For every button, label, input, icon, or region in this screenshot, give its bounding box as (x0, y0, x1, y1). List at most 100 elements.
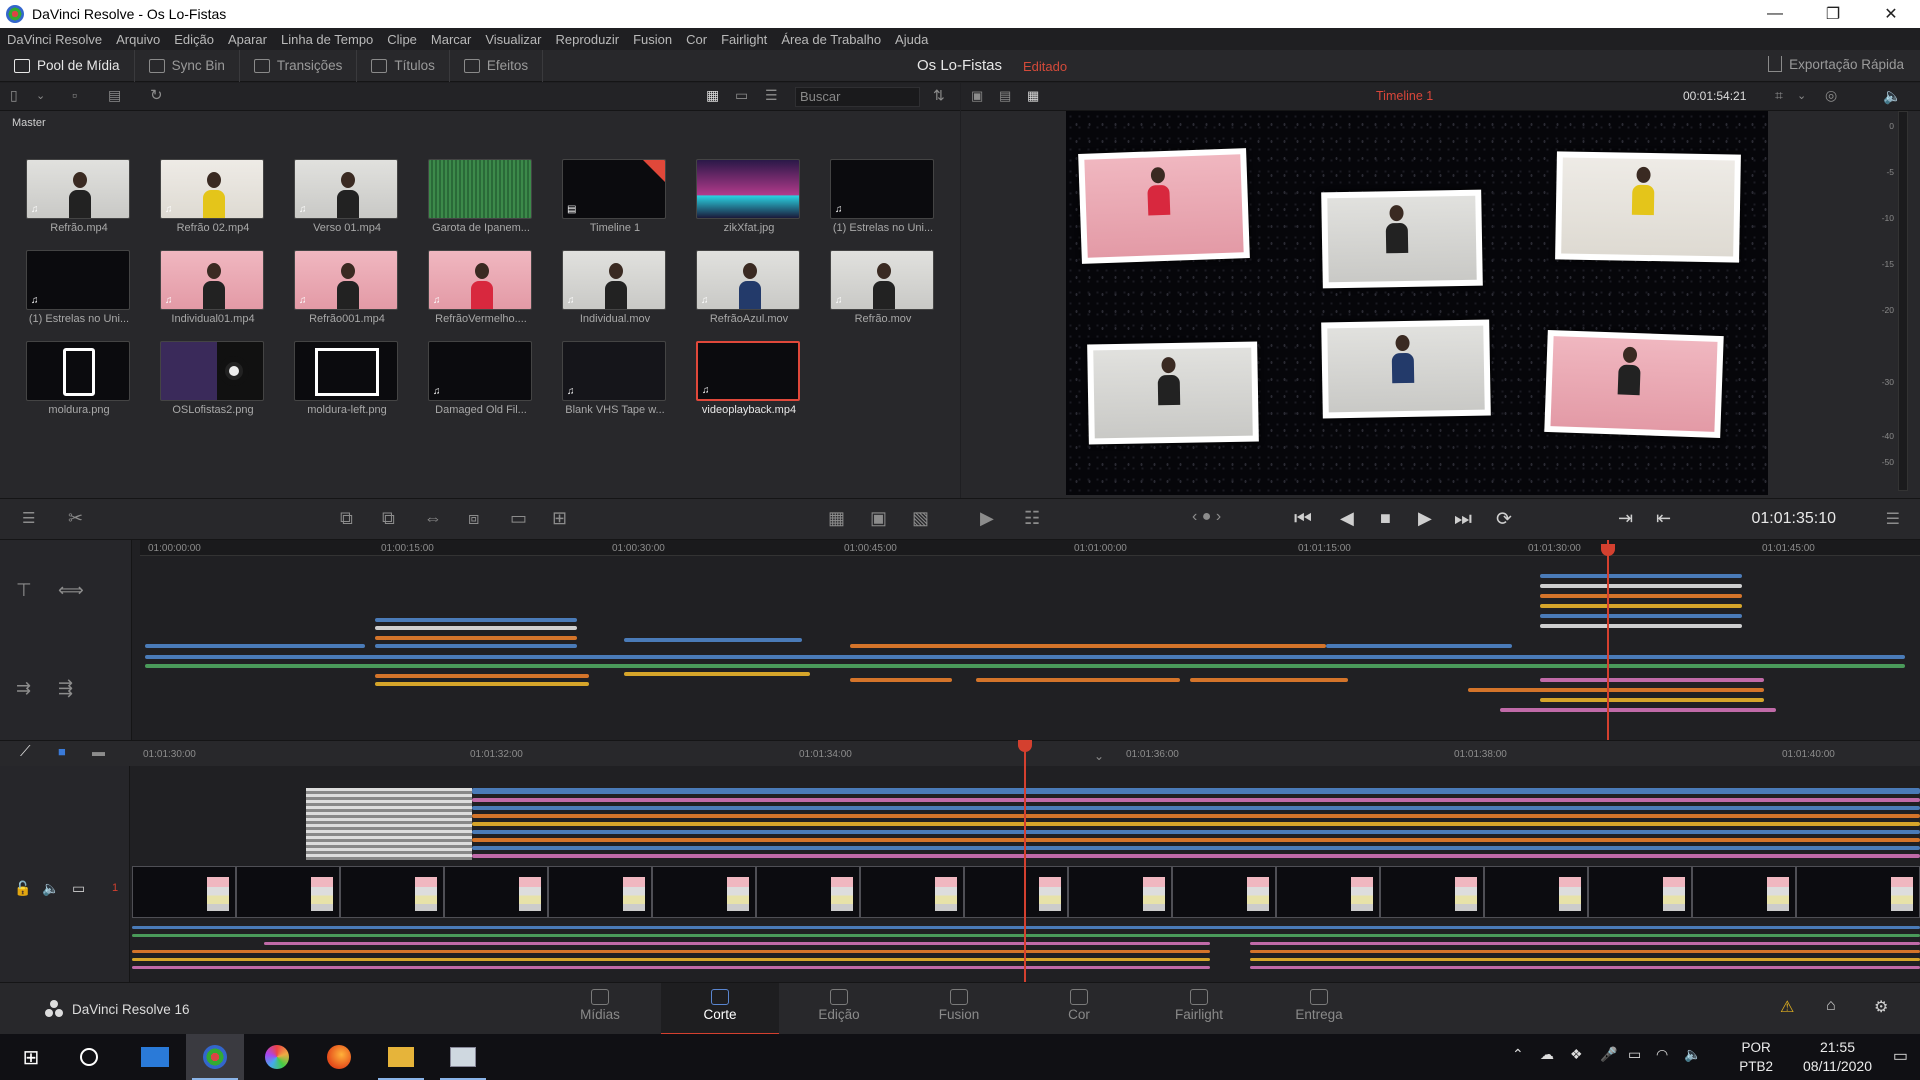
go-to-start-icon[interactable]: ⏮ (1294, 508, 1312, 531)
menu-area-de-trabalho[interactable]: Área de Trabalho (781, 32, 881, 47)
minimize-button[interactable]: — (1746, 0, 1804, 28)
marker-icon[interactable]: ■ (58, 744, 66, 759)
language-indicator[interactable]: POR PTB2 (1739, 1038, 1773, 1076)
panel-toggle-icon[interactable]: ▯ (10, 87, 18, 104)
notifications-icon[interactable]: ▭ (1893, 1046, 1908, 1066)
hamburger-menu-icon[interactable]: ☰ (1886, 509, 1900, 529)
chevron-down-icon[interactable]: ⌄ (1094, 749, 1104, 763)
zoom-icon[interactable]: ⟺ (58, 580, 84, 601)
new-bin-icon[interactable]: ▤ (108, 87, 121, 104)
timeline-clip[interactable] (472, 806, 1920, 810)
file-explorer-icon[interactable] (372, 1034, 430, 1080)
menu-arquivo[interactable]: Arquivo (116, 32, 160, 47)
video-clip-segment[interactable] (1796, 866, 1920, 918)
razor-icon[interactable]: ⟋ (20, 743, 31, 760)
microphone-icon[interactable]: 🎤 (1600, 1046, 1617, 1063)
import-media-icon[interactable]: ▫ (72, 87, 77, 103)
video-clip-segment[interactable] (1172, 866, 1276, 918)
chevron-up-icon[interactable]: ⌃ (1512, 1046, 1524, 1063)
video-clip-segment[interactable] (132, 866, 236, 918)
source-overwrite-icon[interactable]: ⊞ (552, 508, 567, 529)
clip-thumbnail[interactable]: moldura.png (26, 341, 132, 416)
sort-icon[interactable]: ⇅ (933, 87, 945, 104)
place-on-top-icon[interactable]: ▭ (510, 508, 527, 529)
timeline-clip[interactable] (375, 636, 577, 640)
timeline-clip[interactable] (1540, 678, 1764, 682)
battery-icon[interactable]: ▭ (1628, 1046, 1641, 1063)
timeline-clip[interactable] (1250, 966, 1920, 969)
clip-thumbnail[interactable]: ♫ (1) Estrelas no Uni... (830, 159, 936, 234)
play-icon[interactable]: ▶ (1418, 508, 1432, 529)
video-clip-segment[interactable] (1068, 866, 1172, 918)
upper-timeline-ruler[interactable]: 01:00:00:00 01:00:15:00 01:00:30:00 01:0… (140, 540, 1920, 556)
menu-fusion[interactable]: Fusion (633, 32, 672, 47)
timeline-clip[interactable] (132, 966, 1210, 969)
timeline-clip[interactable] (1326, 644, 1512, 648)
mail-app-icon[interactable] (126, 1034, 184, 1080)
page-color[interactable]: Cor (1020, 983, 1138, 1035)
lock-icon[interactable]: 🔓 (14, 880, 31, 897)
chevron-down-icon[interactable]: ⌄ (1797, 89, 1806, 102)
sync-icon[interactable]: ↻ (150, 86, 163, 104)
menu-linha-de-tempo[interactable]: Linha de Tempo (281, 32, 373, 47)
search-input[interactable]: Buscar (795, 87, 920, 107)
timeline-clip[interactable] (624, 638, 802, 642)
mark-in-icon[interactable]: ⇥ (1618, 508, 1633, 529)
cloud-icon[interactable]: ☁ (1540, 1046, 1554, 1063)
grid-view-icon[interactable]: ▦ (706, 87, 719, 104)
safe-area-icon[interactable]: ⌗ (1775, 87, 1783, 104)
timeline-clip[interactable] (1540, 574, 1742, 578)
davinci-taskbar-icon[interactable] (186, 1034, 244, 1080)
clip-thumbnail[interactable]: moldura-left.png (294, 341, 400, 416)
timeline-clip[interactable] (472, 830, 1920, 834)
menu-clipe[interactable]: Clipe (387, 32, 417, 47)
video-clip-segment[interactable] (860, 866, 964, 918)
stacked-clips[interactable] (306, 788, 472, 860)
track-height-icon[interactable]: ⊤ (16, 580, 32, 601)
jog-control-icon[interactable]: ‹ ● › (1192, 508, 1221, 526)
source-viewer-icon[interactable]: ▣ (971, 88, 983, 104)
video-clip-segment[interactable] (340, 866, 444, 918)
timeline-clip[interactable] (375, 626, 577, 630)
gear-icon[interactable]: ⚙ (1874, 997, 1888, 1017)
mark-out-icon[interactable]: ⇤ (1656, 508, 1671, 529)
search-circle-icon[interactable] (60, 1034, 118, 1080)
snooze-icon[interactable]: ☰ (22, 509, 35, 527)
menu-fairlight[interactable]: Fairlight (721, 32, 767, 47)
effects-button[interactable]: Efeitos (450, 49, 544, 82)
play-reverse-icon[interactable]: ◀ (1340, 508, 1354, 529)
timeline-clip[interactable] (132, 934, 1920, 937)
timeline-clip[interactable] (1540, 594, 1742, 598)
clip-thumbnail[interactable]: ♫ Refrão.mov (830, 250, 936, 325)
video-clip-segment[interactable] (1276, 866, 1380, 918)
timeline-clip[interactable] (1190, 678, 1348, 682)
menu-edicao[interactable]: Edição (174, 32, 214, 47)
clip-thumbnail[interactable]: ♫ Refrão.mp4 (26, 159, 132, 234)
volume-icon[interactable]: 🔈 (1684, 1046, 1701, 1063)
monitor-icon[interactable]: ▭ (72, 880, 85, 897)
go-to-end-icon[interactable]: ⏭ (1454, 508, 1472, 531)
menu-marcar[interactable]: Marcar (431, 32, 471, 47)
home-icon[interactable]: ⌂ (1826, 997, 1836, 1015)
timeline-clip[interactable] (1540, 624, 1742, 628)
timeline-clip[interactable] (1540, 604, 1742, 608)
timeline-clip[interactable] (145, 655, 1905, 659)
dynamic-zoom-icon[interactable]: ▧ (912, 508, 929, 529)
page-deliver[interactable]: Entrega (1260, 983, 1378, 1035)
smart-insert-icon[interactable]: ⧉ (340, 508, 353, 529)
clip-thumbnail[interactable]: ♫ Individual01.mp4 (160, 250, 266, 325)
loop-icon[interactable]: ⟳ (1496, 508, 1512, 531)
timeline-clip[interactable] (624, 672, 810, 676)
clip-thumbnail[interactable]: ♫ Blank VHS Tape w... (562, 341, 668, 416)
timeline-clip[interactable] (1250, 958, 1920, 961)
timeline-clip[interactable] (472, 814, 1920, 818)
clip-thumbnail-selected[interactable]: ♫ videoplayback.mp4 (696, 341, 802, 416)
page-fairlight[interactable]: Fairlight (1140, 983, 1258, 1035)
flag-icon[interactable]: ▬ (92, 744, 105, 759)
clip-thumbnail[interactable]: ♫ RefrãoAzul.mov (696, 250, 802, 325)
menu-davinci[interactable]: DaVinci Resolve (7, 32, 102, 47)
sync-bin-button[interactable]: Sync Bin (135, 49, 240, 82)
clip-thumbnail[interactable]: ▤ Timeline 1 (562, 159, 668, 234)
video-clip-segment[interactable] (1588, 866, 1692, 918)
timeline-clip[interactable] (472, 854, 1920, 858)
